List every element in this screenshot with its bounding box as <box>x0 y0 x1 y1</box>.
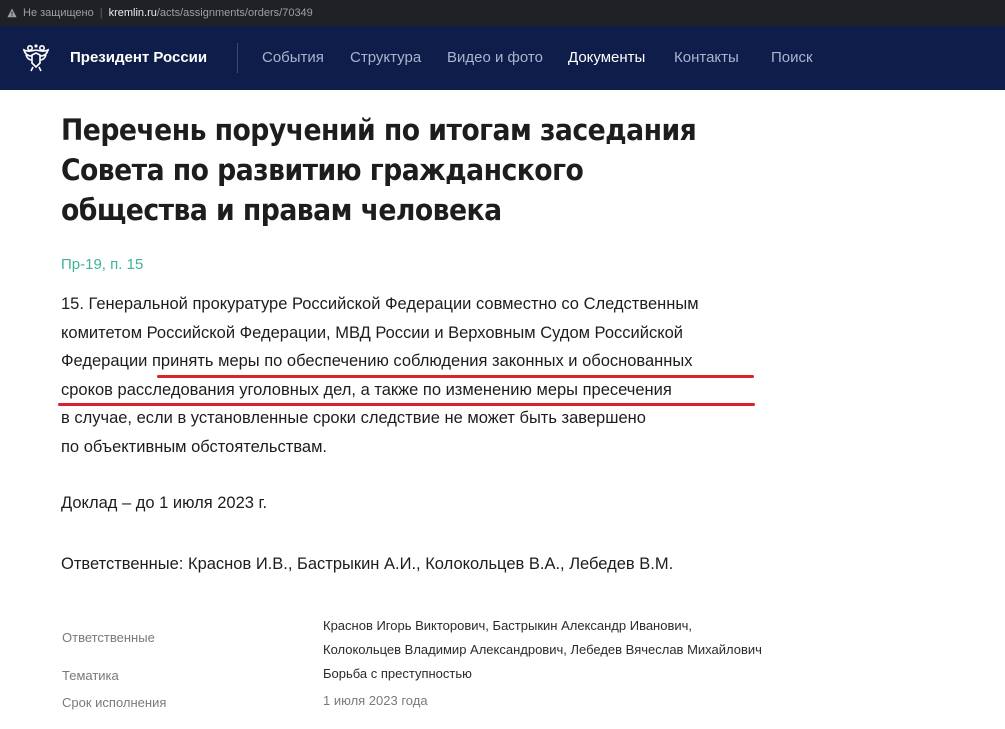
nav-item-documents[interactable]: Документы <box>568 49 645 66</box>
nav-item-events[interactable]: События <box>262 49 324 66</box>
meta-responsible-line: Краснов Игорь Викторович, Бастрыкин Алек… <box>323 618 693 633</box>
meta-responsible-line: Колокольцев Владимир Александрович, Лебе… <box>323 642 762 657</box>
report-deadline: Доклад – до 1 июля 2023 г. <box>61 494 268 512</box>
warning-icon <box>7 8 17 18</box>
document-reference-link[interactable]: Пр-19, п. 15 <box>61 256 143 273</box>
meta-due-value: 1 июля 2023 года <box>323 693 428 708</box>
nav-item-video-photo[interactable]: Видео и фото <box>447 49 543 66</box>
meta-topic-link[interactable]: Борьба с преступностью <box>323 664 823 684</box>
paragraph-line: сроков расследования уголовных дел, а та… <box>61 380 672 399</box>
paragraph-line: комитетом Российской Федерации, МВД Росс… <box>61 323 683 342</box>
paragraph-line: в случае, если в установленные сроки сле… <box>61 409 646 427</box>
meta-responsible-label: Ответственные <box>62 630 155 645</box>
address-separator: | <box>99 7 103 19</box>
paragraph-line: 15. Генеральной прокуратуре Российской Ф… <box>61 295 699 313</box>
meta-due-label: Срок исполнения <box>62 695 167 710</box>
url-path: /acts/assignments/orders/70349 <box>156 7 313 19</box>
url-host: kremlin.ru <box>108 7 157 19</box>
meta-responsible-value: Краснов Игорь Викторович, Бастрыкин Алек… <box>323 614 823 662</box>
highlight-underline <box>157 375 754 378</box>
nav-item-search[interactable]: Поиск <box>771 49 813 66</box>
double-headed-eagle-logo-icon[interactable] <box>20 41 52 73</box>
nav-item-structure[interactable]: Структура <box>350 49 421 66</box>
highlight-underline <box>58 403 755 406</box>
nav-divider <box>237 43 238 73</box>
paragraph-line: по объективным обстоятельствам. <box>61 437 327 456</box>
page-title: Перечень поручений по итогам заседания С… <box>61 113 697 227</box>
browser-address-bar[interactable]: Не защищено | kremlin.ru /acts/assignmen… <box>0 0 1005 26</box>
nav-item-contacts[interactable]: Контакты <box>674 49 739 66</box>
site-brand[interactable]: Президент России <box>70 49 207 66</box>
meta-topic-label: Тематика <box>62 668 119 683</box>
responsible-persons: Ответственные: Краснов И.В., Бастрыкин А… <box>61 555 674 573</box>
security-label: Не защищено <box>23 7 94 19</box>
site-header: Президент России События Структура Видео… <box>0 26 1005 90</box>
paragraph-line: Федерации принять меры по обеспечению со… <box>61 352 693 370</box>
